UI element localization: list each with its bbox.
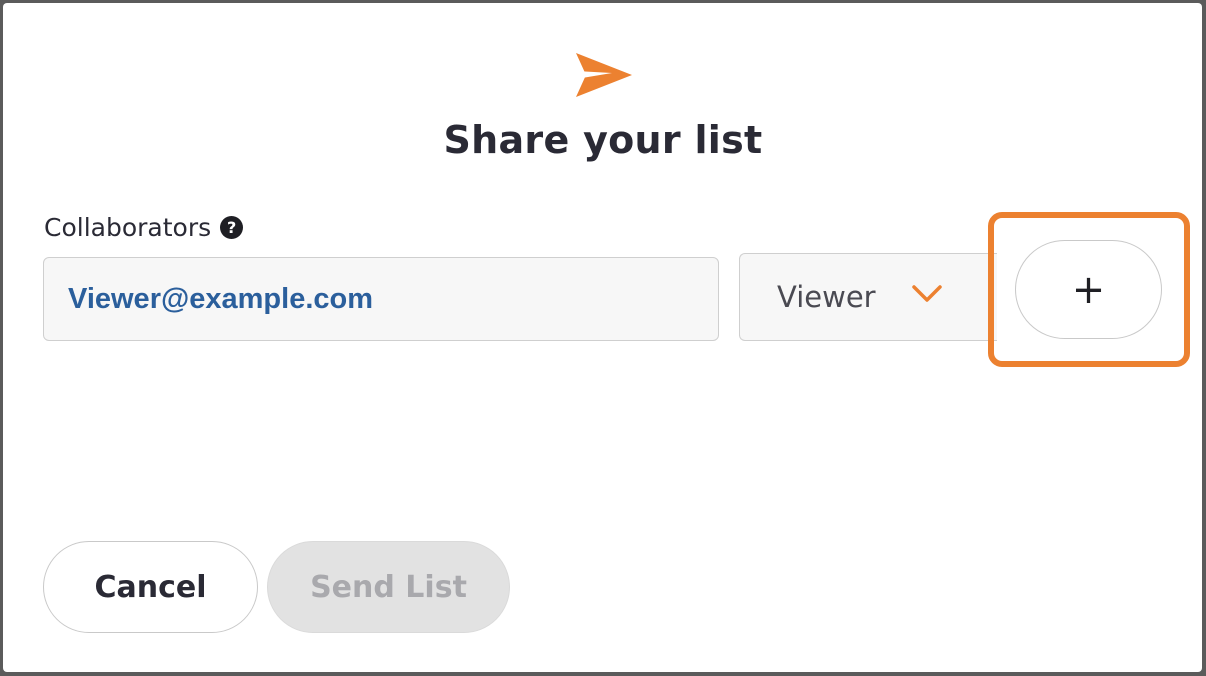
collaborators-label: Collaborators bbox=[44, 213, 212, 242]
send-icon bbox=[576, 53, 632, 97]
plus-icon: + bbox=[1071, 266, 1106, 313]
help-icon[interactable]: ? bbox=[220, 216, 244, 239]
chevron-down-icon bbox=[912, 285, 942, 302]
dialog-title: Share your list bbox=[443, 118, 763, 162]
send-list-button[interactable]: Send List bbox=[267, 541, 510, 633]
role-select[interactable]: Viewer bbox=[739, 253, 997, 341]
collaborators-label-row: Collaborators ? bbox=[44, 213, 244, 242]
collaborator-email-input[interactable] bbox=[43, 257, 719, 341]
cancel-button[interactable]: Cancel bbox=[43, 541, 258, 633]
role-select-value: Viewer bbox=[777, 280, 876, 314]
add-collaborator-button[interactable]: + bbox=[1015, 240, 1162, 339]
